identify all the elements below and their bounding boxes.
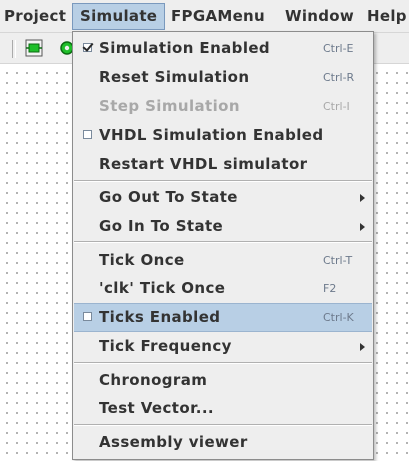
checkbox-unchecked-icon — [83, 312, 92, 321]
menu-item-label: Go Out To State — [99, 188, 238, 206]
menu-separator — [74, 241, 372, 243]
green-component-icon[interactable] — [25, 39, 43, 57]
menu-item-label: Chronogram — [99, 371, 208, 389]
menu-help[interactable]: Help — [367, 5, 407, 28]
shortcut-label: Ctrl-T — [323, 254, 353, 267]
menu-item-label: Tick Frequency — [99, 337, 232, 355]
submenu-arrow-icon — [360, 194, 365, 202]
menu-item-label: Ticks Enabled — [99, 308, 221, 326]
simulate-menu: Simulation Enabled Ctrl-E Reset Simulati… — [72, 31, 374, 460]
menu-item-tick-frequency[interactable]: Tick Frequency — [74, 333, 372, 360]
menu-item-label: Reset Simulation — [99, 68, 250, 86]
menu-item-go-in-to-state[interactable]: Go In To State — [74, 213, 372, 240]
menu-item-label: Go In To State — [99, 217, 224, 235]
menu-bar: Project Simulate FPGAMenu Window Help — [0, 0, 409, 33]
menu-item-reset-simulation[interactable]: Reset Simulation Ctrl-R — [74, 64, 372, 91]
menu-item-tick-once[interactable]: Tick Once Ctrl-T — [74, 247, 372, 274]
menu-item-simulation-enabled[interactable]: Simulation Enabled Ctrl-E — [74, 35, 372, 62]
menu-item-go-out-to-state[interactable]: Go Out To State — [74, 184, 372, 211]
shortcut-label: Ctrl-E — [323, 42, 354, 55]
shortcut-label: F2 — [323, 282, 337, 295]
shortcut-label: Ctrl-R — [323, 71, 355, 84]
menu-simulate[interactable]: Simulate — [72, 3, 166, 30]
toolbar-grip[interactable] — [12, 40, 16, 58]
menu-item-label: 'clk' Tick Once — [99, 279, 226, 297]
menu-item-ticks-enabled[interactable]: Ticks Enabled Ctrl-K — [74, 303, 372, 332]
menu-separator — [74, 180, 372, 182]
menu-item-label: VHDL Simulation Enabled — [99, 126, 324, 144]
menu-project[interactable]: Project — [4, 5, 66, 28]
menu-separator — [74, 362, 372, 364]
menu-item-label: Test Vector... — [99, 399, 215, 417]
menu-item-restart-vhdl-simulator[interactable]: Restart VHDL simulator — [74, 151, 372, 178]
menu-item-vhdl-simulation-enabled[interactable]: VHDL Simulation Enabled — [74, 122, 372, 149]
checkbox-unchecked-icon — [83, 130, 92, 139]
menu-item-label: Simulation Enabled — [99, 39, 271, 57]
menu-item-clk-tick-once[interactable]: 'clk' Tick Once F2 — [74, 275, 372, 302]
submenu-arrow-icon — [360, 223, 365, 231]
menu-fpgamenu[interactable]: FPGAMenu — [171, 5, 265, 28]
menu-item-step-simulation: Step Simulation Ctrl-I — [74, 93, 372, 120]
menu-item-label: Tick Once — [99, 251, 185, 269]
shortcut-label: Ctrl-K — [323, 311, 354, 324]
shortcut-label: Ctrl-I — [323, 100, 350, 113]
menu-item-assembly-viewer[interactable]: Assembly viewer — [74, 429, 372, 456]
menu-item-label: Assembly viewer — [99, 433, 248, 451]
menu-item-chronogram[interactable]: Chronogram — [74, 367, 372, 394]
menu-item-label: Step Simulation — [99, 97, 240, 115]
menu-window[interactable]: Window — [285, 5, 354, 28]
menu-item-test-vector[interactable]: Test Vector... — [74, 395, 372, 422]
checkbox-checked-icon — [83, 43, 92, 52]
submenu-arrow-icon — [360, 343, 365, 351]
menu-separator — [74, 424, 372, 426]
menu-item-label: Restart VHDL simulator — [99, 155, 308, 173]
